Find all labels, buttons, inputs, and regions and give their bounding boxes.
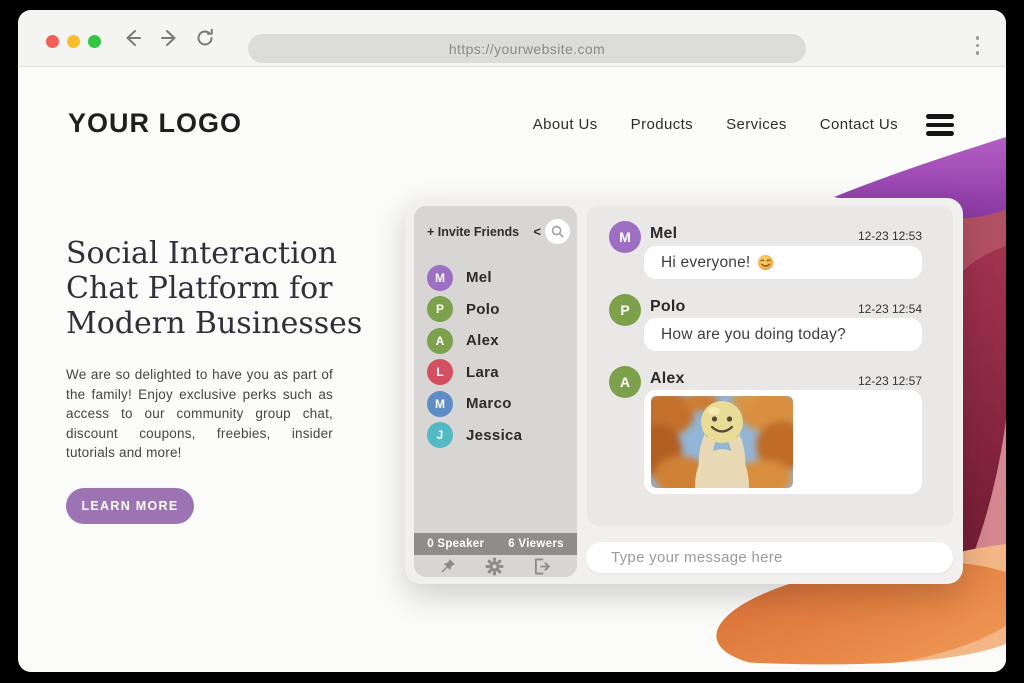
address-bar[interactable]: https://yourwebsite.com [248, 34, 806, 63]
main-nav: About Us Products Services Contact Us [533, 116, 898, 133]
browser-toolbar: https://yourwebsite.com [18, 10, 1006, 67]
message-input[interactable] [586, 542, 953, 573]
member-row-marco[interactable]: M Marco [427, 388, 571, 420]
message-timestamp: 12-23 12:54 [858, 302, 922, 316]
minimize-window-button[interactable] [67, 35, 80, 48]
invite-friends-button[interactable]: + Invite Friends [427, 225, 519, 239]
member-row-alex[interactable]: A Alex [427, 325, 571, 357]
avatar: L [427, 359, 453, 385]
message-author: Mel [650, 225, 677, 243]
message-panel: M Mel 12-23 12:53 Hi everyone! [587, 206, 953, 526]
message-author: Alex [650, 370, 685, 388]
avatar: A [427, 328, 453, 354]
speaker-count: 0 Speaker [427, 538, 484, 550]
message-text: How are you doing today? [661, 326, 846, 344]
avatar: M [427, 391, 453, 417]
viewer-count: 6 Viewers [508, 538, 564, 550]
message-timestamp: 12-23 12:53 [858, 229, 922, 243]
member-name: Polo [466, 301, 500, 318]
avatar: A [609, 366, 641, 398]
window-controls [46, 35, 101, 48]
nav-contact-us[interactable]: Contact Us [820, 116, 898, 133]
avatar: M [427, 265, 453, 291]
smiling-face-emoji-icon [757, 254, 774, 271]
member-name: Lara [466, 364, 499, 381]
chat-widget: + Invite Friends < M Mel P Polo [405, 198, 963, 584]
reload-icon[interactable] [194, 27, 216, 49]
member-row-mel[interactable]: M Mel [427, 262, 571, 294]
site-logo: YOUR LOGO [68, 108, 242, 139]
message-text: Hi everyone! [661, 254, 750, 272]
sidebar-footer-icons [424, 555, 567, 577]
gear-icon[interactable] [485, 557, 504, 576]
member-name: Mel [466, 269, 492, 286]
hero-description: We are so delighted to have you as part … [66, 365, 333, 463]
avatar: P [609, 294, 641, 326]
avatar: P [427, 296, 453, 322]
nav-products[interactable]: Products [631, 116, 693, 133]
member-name: Marco [466, 395, 512, 412]
browser-nav-buttons [122, 27, 216, 49]
room-stats-bar: 0 Speaker 6 Viewers [414, 533, 577, 555]
member-row-jessica[interactable]: J Jessica [427, 420, 571, 452]
forward-icon[interactable] [158, 27, 180, 49]
message-timestamp: 12-23 12:57 [858, 374, 922, 388]
collapse-sidebar-icon[interactable]: < [533, 224, 541, 239]
message-bubble: How are you doing today? [644, 318, 922, 351]
message-bubble: Hi everyone! [644, 246, 922, 279]
nav-about-us[interactable]: About Us [533, 116, 598, 133]
chat-sidebar: + Invite Friends < M Mel P Polo [414, 206, 577, 577]
pin-icon[interactable] [439, 558, 456, 575]
member-list: M Mel P Polo A Alex L Lara [427, 262, 571, 451]
search-button[interactable] [545, 219, 570, 244]
sidebar-header: + Invite Friends < [427, 219, 570, 244]
member-name: Jessica [466, 427, 522, 444]
nav-services[interactable]: Services [726, 116, 787, 133]
close-window-button[interactable] [46, 35, 59, 48]
exit-icon[interactable] [533, 558, 552, 575]
browser-menu-icon[interactable] [976, 36, 980, 55]
webpage: YOUR LOGO About Us Products Services Con… [18, 68, 1006, 672]
learn-more-button[interactable]: LEARN MORE [66, 488, 194, 524]
message-bubble [644, 390, 922, 494]
message-author: Polo [650, 298, 685, 316]
browser-window: https://yourwebsite.com [18, 10, 1006, 672]
avatar: J [427, 422, 453, 448]
attached-photo-smiley-balloon[interactable] [651, 396, 793, 488]
member-row-polo[interactable]: P Polo [427, 294, 571, 326]
hamburger-menu-icon[interactable] [926, 114, 954, 140]
back-icon[interactable] [122, 27, 144, 49]
avatar: M [609, 221, 641, 253]
member-name: Alex [466, 332, 499, 349]
url-text: https://yourwebsite.com [449, 41, 605, 57]
maximize-window-button[interactable] [88, 35, 101, 48]
search-icon [550, 224, 565, 239]
page-title: Social Interaction Chat Platform for Mod… [66, 236, 366, 341]
member-row-lara[interactable]: L Lara [427, 357, 571, 389]
